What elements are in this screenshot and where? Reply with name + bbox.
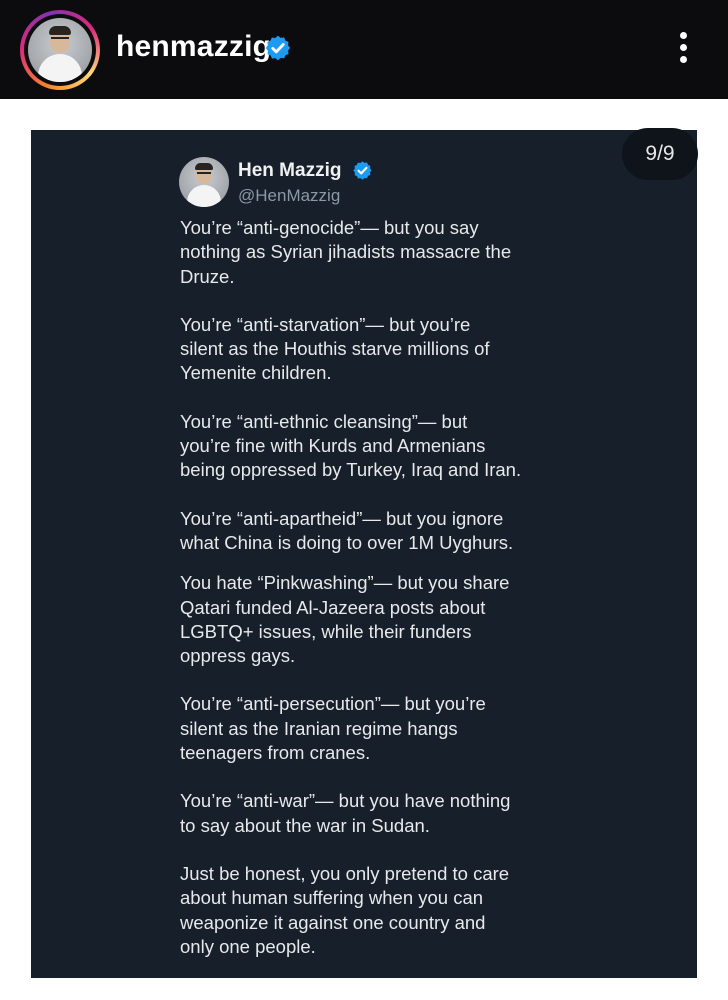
avatar[interactable] [28,18,92,82]
tweet-paragraph: You’re “anti-war”— but you have nothing … [180,790,511,836]
tweet-paragraph: You’re “anti-starvation”— but you’re sil… [180,313,490,384]
tweet-paragraph: You’re “anti-ethnic cleansing”— but you’… [180,410,522,481]
tweet-paragraph: You hate “Pinkwashing”— but you share Qa… [180,572,510,667]
tweet-paragraph: You’re “anti-apartheid”— but you ignore … [180,507,514,553]
avatar-body [38,54,82,82]
profile-header: henmazzig [0,0,728,99]
tweet-avatar-body [187,185,221,207]
tweet-avatar-glasses [197,172,211,178]
avatar-glasses [51,37,69,43]
tweet-paragraph: Just be honest, you only pretend to care… [180,862,510,957]
tweet-avatar [179,157,229,207]
carousel-counter: 9/9 [622,128,698,180]
avatar-hair [49,26,71,35]
verified-badge-icon [353,161,372,180]
tweet-body: You’re “anti-genocide”— but you say noth… [180,216,600,959]
username[interactable]: henmazzig [116,30,271,64]
tweet-paragraph: You’re “anti-genocide”— but you say noth… [180,217,512,287]
tweet-avatar-hair [195,163,213,170]
tweet-author-handle: @HenMazzig [238,186,341,205]
story-ring[interactable] [20,10,100,90]
tweet-author-name: Hen Mazzig [238,160,342,181]
tweet-paragraph: You’re “anti-persecution”— but you’re si… [180,693,486,764]
verified-badge-icon [265,35,291,61]
more-vertical-icon[interactable] [674,28,694,68]
